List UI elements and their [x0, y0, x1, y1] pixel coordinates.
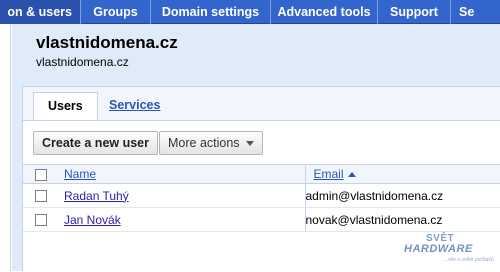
nav-tab-groups[interactable]: Groups	[81, 0, 151, 24]
header-checkbox-cell	[23, 164, 56, 184]
page-title: vlastnidomena.cz	[36, 33, 178, 52]
email-cell: novak@vlastnidomena.cz	[305, 207, 500, 232]
user-name-link[interactable]: Radan Tuhý	[56, 189, 129, 203]
watermark-sub-text: ...vše o světě počítačů	[444, 257, 494, 263]
nav-tab-advanced-tools[interactable]: Advanced tools	[271, 0, 378, 24]
top-navigation: on & users Groups Domain settings Advanc…	[0, 0, 500, 24]
row-checkbox-cell	[23, 183, 56, 208]
user-name-link[interactable]: Jan Novák	[56, 213, 121, 227]
nav-tab-organization-users[interactable]: on & users	[0, 0, 81, 24]
row-checkbox[interactable]	[35, 214, 47, 227]
email-column-header[interactable]: Email	[305, 164, 500, 184]
email-cell: admin@vlastnidomena.cz	[305, 183, 500, 208]
left-sidebar-edge	[0, 24, 11, 271]
name-column-label[interactable]: Name	[56, 167, 96, 181]
row-checkbox-cell	[23, 207, 56, 232]
watermark-main-text: HARDWARE	[404, 243, 473, 255]
users-table: Name Email Radan Tuhý admin@vlastnidomen…	[23, 164, 500, 232]
tab-services[interactable]: Services	[95, 92, 174, 121]
table-row: Radan Tuhý admin@vlastnidomena.cz	[23, 183, 500, 208]
chevron-down-icon	[245, 141, 254, 147]
select-all-checkbox[interactable]	[35, 168, 47, 181]
nav-tab-domain-settings[interactable]: Domain settings	[151, 0, 271, 24]
more-actions-label: More actions	[168, 136, 240, 150]
name-column-header[interactable]: Name	[56, 164, 306, 184]
more-actions-button[interactable]: More actions	[159, 131, 263, 155]
sort-ascending-icon	[347, 172, 356, 178]
nav-tab-settings[interactable]: Se	[451, 0, 500, 24]
subtab-bar: Users Services	[23, 87, 500, 121]
watermark-logo: SVĚT HARDWARE ...vše o světě počítačů	[402, 231, 498, 269]
row-checkbox[interactable]	[35, 190, 47, 203]
email-column-label[interactable]: Email	[306, 167, 344, 181]
tab-users[interactable]: Users	[33, 92, 98, 121]
create-user-button[interactable]: Create a new user	[33, 131, 158, 155]
name-cell: Radan Tuhý	[56, 183, 306, 208]
nav-tab-support[interactable]: Support	[378, 0, 451, 24]
domain-subtitle: vlastnidomena.cz	[36, 55, 129, 69]
table-row: Jan Novák novak@vlastnidomena.cz	[23, 207, 500, 232]
name-cell: Jan Novák	[56, 207, 306, 232]
table-header-row: Name Email	[23, 164, 500, 184]
